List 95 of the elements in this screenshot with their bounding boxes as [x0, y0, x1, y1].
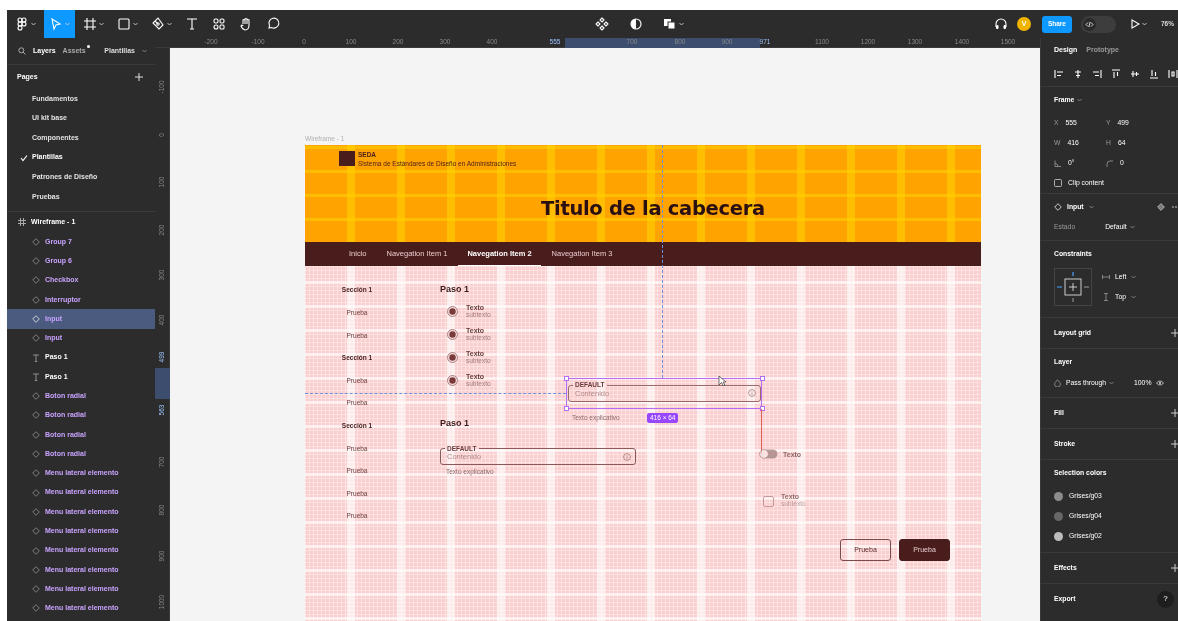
- chevron-down-icon: [679, 22, 684, 26]
- resize-handle[interactable]: [760, 406, 765, 411]
- info-icon: [748, 389, 756, 397]
- contrast-icon: [629, 17, 643, 31]
- layers-icon: [663, 17, 677, 31]
- component-icon: [32, 469, 40, 478]
- component-icon: [32, 257, 40, 266]
- component-icon: [32, 315, 40, 323]
- component-icon: [32, 565, 40, 574]
- chevron-down-icon: [167, 22, 172, 26]
- add-icon[interactable]: [1171, 329, 1178, 337]
- align-bottom-icon[interactable]: [1149, 69, 1159, 79]
- resize-handle[interactable]: [760, 376, 765, 381]
- cursor-icon: [718, 375, 727, 387]
- chevron-down-icon: [133, 22, 138, 26]
- align-vertical-center-icon[interactable]: [1130, 69, 1140, 79]
- chevron-down-icon: [99, 22, 104, 26]
- radio-button[interactable]: [447, 328, 458, 340]
- component-icon: [32, 546, 40, 555]
- rectangle-icon: [117, 17, 131, 31]
- component-icon: [32, 392, 40, 401]
- chevron-down-icon: [1131, 275, 1137, 279]
- add-icon[interactable]: [1171, 440, 1178, 448]
- component-icon: [32, 585, 40, 594]
- checkbox[interactable]: [763, 496, 774, 507]
- component-icon: [32, 237, 40, 246]
- chevron-down-icon: [65, 22, 70, 26]
- blend-icon: [1054, 379, 1061, 387]
- logo-square: [339, 151, 355, 166]
- headphones-icon[interactable]: [993, 17, 1008, 31]
- eye-icon[interactable]: [1156, 380, 1165, 386]
- toggle-switch[interactable]: [759, 449, 778, 459]
- align-top-icon[interactable]: [1111, 69, 1121, 79]
- search-icon[interactable]: [18, 47, 26, 55]
- radio-button[interactable]: [447, 351, 458, 363]
- step-title: Paso 1: [440, 417, 470, 429]
- component-icon: [32, 488, 40, 497]
- component-icon: [595, 17, 609, 31]
- app-menu-icon: [15, 17, 29, 31]
- add-icon[interactable]: [1171, 564, 1178, 572]
- component-icon: [32, 527, 40, 536]
- component-icon: [32, 334, 40, 343]
- radio-button[interactable]: [447, 305, 458, 317]
- component-icon[interactable]: [1157, 203, 1165, 211]
- corner-radius-icon: [1106, 159, 1113, 167]
- text-icon: [32, 372, 40, 381]
- resize-handle[interactable]: [564, 406, 569, 411]
- radio-button[interactable]: [447, 374, 458, 386]
- component-icon: [32, 604, 40, 613]
- chevron-down-icon: [1088, 205, 1094, 209]
- frame-icon: [18, 218, 26, 227]
- header-title: Titulo de la cabecera: [541, 197, 765, 221]
- more-icon[interactable]: [1172, 203, 1178, 211]
- align-horizontal-center-icon[interactable]: [1073, 69, 1083, 79]
- component-icon: [32, 507, 40, 516]
- align-right-icon[interactable]: [1092, 69, 1102, 79]
- frame-icon: [83, 17, 97, 31]
- align-left-icon[interactable]: [1054, 69, 1064, 79]
- component-icon: [32, 411, 40, 420]
- step-title: Paso 1: [440, 284, 470, 295]
- chevron-down-icon: [1109, 381, 1115, 385]
- info-icon: [623, 452, 631, 461]
- resize-handle[interactable]: [564, 376, 569, 381]
- add-icon[interactable]: [135, 73, 143, 81]
- component-icon: [32, 450, 40, 459]
- check-icon: [20, 153, 28, 162]
- pen-icon: [151, 17, 165, 31]
- resources-icon: [212, 17, 226, 31]
- component-icon: [1054, 203, 1062, 211]
- pointer-icon: [49, 17, 63, 31]
- hand-icon: [239, 17, 253, 31]
- horizontal-constraint-icon: [1102, 273, 1110, 281]
- code-mode-toggle[interactable]: [1080, 15, 1116, 33]
- chevron-down-icon: [1130, 295, 1136, 299]
- chevron-down-icon: [31, 22, 36, 26]
- angle-icon: [1054, 159, 1061, 167]
- help-button[interactable]: ?: [1157, 590, 1174, 608]
- component-icon: [32, 276, 40, 285]
- text-icon: [32, 353, 40, 362]
- ruler-highlight: [155, 368, 170, 399]
- code-icon: [1082, 17, 1096, 31]
- chevron-down-icon: [1141, 22, 1147, 26]
- chevron-down-icon: [1129, 225, 1135, 229]
- add-icon[interactable]: [1171, 409, 1178, 417]
- component-icon: [32, 295, 40, 304]
- vertical-constraint-icon: [1102, 293, 1110, 301]
- component-icon: [32, 430, 40, 439]
- chevron-down-icon: [142, 49, 147, 53]
- checkbox[interactable]: [1054, 179, 1062, 187]
- constraints-widget[interactable]: [1054, 268, 1092, 306]
- comment-icon: [266, 17, 280, 31]
- chevron-down-icon: [1077, 98, 1083, 102]
- play-icon: [1129, 19, 1140, 29]
- text-icon: [185, 17, 199, 31]
- distribute-icon[interactable]: [1168, 69, 1178, 79]
